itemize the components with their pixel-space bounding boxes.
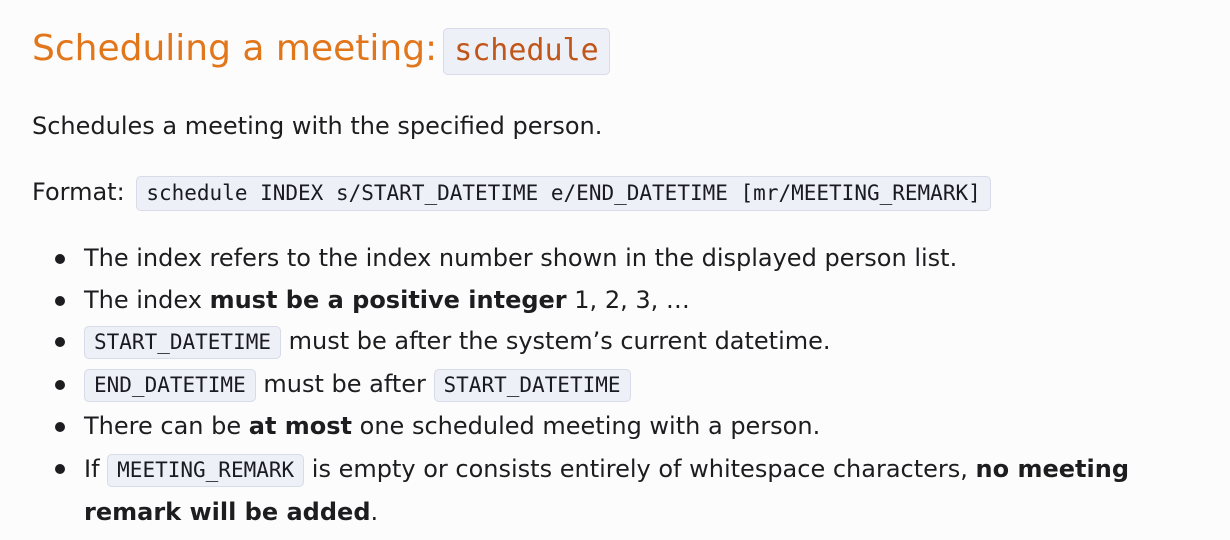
format-label: Format: xyxy=(32,178,125,206)
rule-text-middle: is empty or consists entirely of whitesp… xyxy=(304,454,976,483)
rule-code-start-datetime: START_DATETIME xyxy=(433,368,631,402)
section-title-text: Scheduling a meeting: xyxy=(32,28,438,69)
rule-text-prefix: There can be xyxy=(84,412,249,441)
rule-text-suffix: must be after the system’s current datet… xyxy=(281,327,831,356)
rule-text-suffix: one scheduled meeting with a person. xyxy=(352,412,821,441)
rule-text: The index refers to the index number sho… xyxy=(84,244,958,272)
rules-list: The index refers to the index number sho… xyxy=(0,238,1200,533)
rule-code-end-datetime: END_DATETIME xyxy=(84,368,256,402)
command-code: schedule xyxy=(443,28,610,75)
rule-item-at-most-one: There can be at most one scheduled meeti… xyxy=(0,406,1200,448)
rule-code-meeting-remark: MEETING_REMARK xyxy=(107,453,305,487)
rule-item-positive-integer: The index must be a positive integer 1, … xyxy=(0,280,1200,322)
rule-item-index-reference: The index refers to the index number sho… xyxy=(0,238,1200,280)
format-syntax-code: schedule INDEX s/START_DATETIME e/END_DA… xyxy=(136,176,991,211)
format-line: Format: schedule INDEX s/START_DATETIME … xyxy=(32,173,991,212)
rule-code-start-datetime: START_DATETIME xyxy=(84,326,282,360)
rule-text-suffix: 1, 2, 3, … xyxy=(566,285,690,314)
rule-text-prefix: The index xyxy=(84,285,210,314)
rule-text-bold: at most xyxy=(248,412,353,441)
rule-item-start-datetime: START_DATETIME must be after the system’… xyxy=(0,321,1200,364)
documentation-page: Scheduling a meeting: schedule Schedules … xyxy=(0,0,1230,540)
rule-text-middle: must be after xyxy=(255,369,434,398)
section-title: Scheduling a meeting: schedule xyxy=(32,24,610,76)
rule-text-bold: must be a positive integer xyxy=(209,285,567,314)
rule-item-meeting-remark: If MEETING_REMARK is empty or consists e… xyxy=(0,448,1164,533)
rule-text-prefix: If xyxy=(84,454,108,483)
command-description: Schedules a meeting with the specified p… xyxy=(32,112,603,140)
rule-item-end-datetime: END_DATETIME must be after START_DATETIM… xyxy=(0,364,1200,407)
rule-text-suffix: . xyxy=(370,497,379,526)
